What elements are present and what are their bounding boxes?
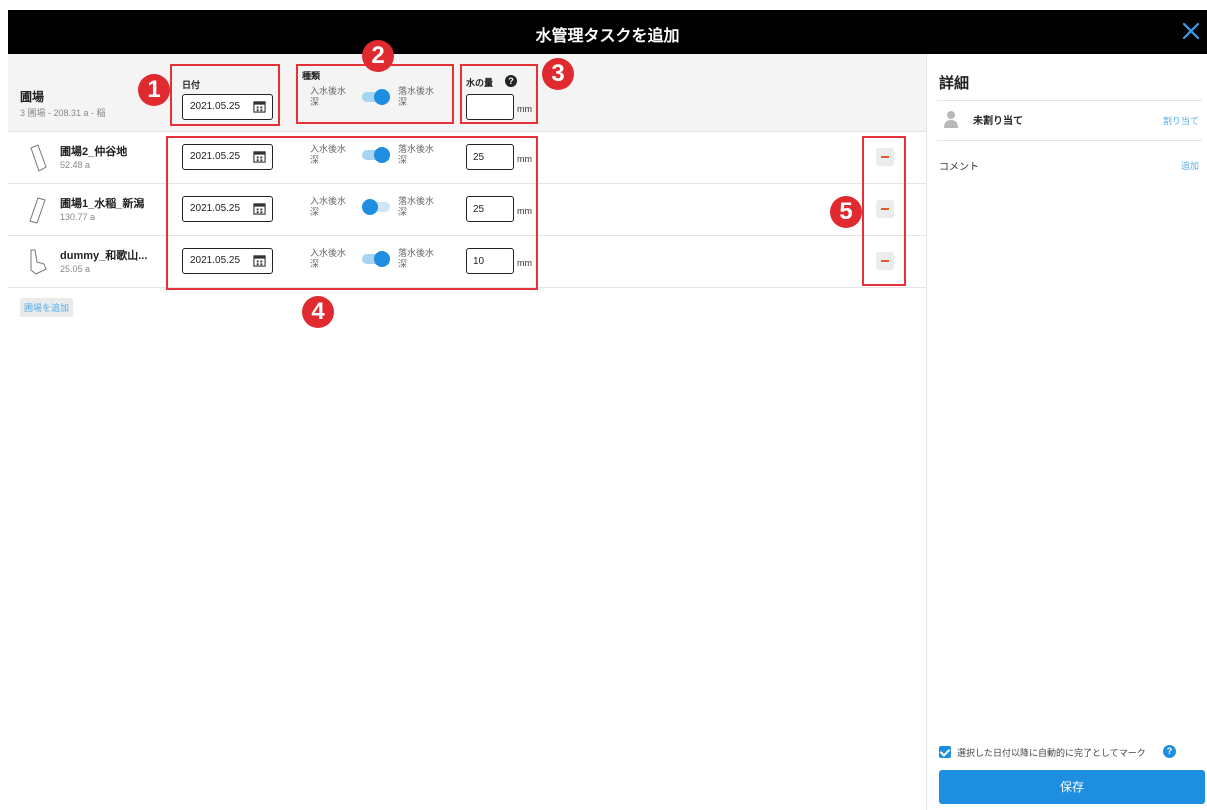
close-icon[interactable]	[1179, 19, 1203, 43]
main-panel: 圃場 3 圃場 - 208.31 a - 稲 日付 2021.05.25 種類 …	[8, 40, 926, 810]
row-type-toggle[interactable]	[362, 147, 390, 163]
field-shape-icon	[30, 249, 47, 275]
water-header-label: 水の量	[466, 78, 494, 88]
unit-label: mm	[517, 206, 532, 216]
assign-link[interactable]: 割り当て	[1163, 114, 1199, 127]
field-name: 圃場1_水稲_新潟	[60, 198, 145, 210]
annotation-badge-4: 4	[302, 296, 334, 328]
user-icon	[944, 111, 958, 128]
row-water-input[interactable]: 25	[466, 196, 514, 222]
calendar-icon	[253, 151, 266, 163]
row-water-input[interactable]: 10	[466, 248, 514, 274]
save-button[interactable]: 保存	[939, 770, 1205, 804]
field-name: 圃場2_仲谷地	[60, 146, 128, 158]
type-right-label: 落水後水深	[398, 86, 435, 107]
calendar-icon	[253, 203, 266, 215]
unit-label: mm	[517, 258, 532, 268]
row-type-toggle-group: 入水後水深 落水後水深	[302, 248, 452, 284]
field-area: 130.77 a	[60, 212, 96, 222]
divider	[937, 140, 1202, 141]
field-shape-icon	[30, 144, 47, 172]
remove-field-button[interactable]	[876, 148, 894, 166]
divider	[937, 100, 1202, 101]
field-shape-icon	[29, 197, 46, 224]
type-left-label: 入水後水深	[310, 248, 347, 269]
type-left-label: 入水後水深	[310, 196, 347, 217]
annotation-badge-1: 1	[138, 74, 170, 106]
type-right-label: 落水後水深	[398, 248, 435, 269]
unit-label: mm	[517, 104, 532, 114]
bulk-date-value: 2021.05.25	[190, 101, 241, 112]
field-area: 52.48 a	[60, 160, 91, 170]
row-water-input[interactable]: 25	[466, 144, 514, 170]
bulk-type-toggle-group: 入水後水深 落水後水深	[302, 86, 452, 122]
field-row: 圃場1_水稲_新潟 130.77 a 2021.05.25 入水後水深 落水後水…	[8, 184, 926, 236]
dialog-title-bar: 水管理タスクを追加	[8, 10, 1207, 54]
field-row: dummy_和歌山... 25.05 a 2021.05.25 入水後水深 落水…	[8, 236, 926, 288]
row-type-toggle-group: 入水後水深 落水後水深	[302, 196, 452, 232]
calendar-icon	[253, 255, 266, 267]
type-right-label: 落水後水深	[398, 196, 435, 217]
details-title: 詳細	[939, 75, 970, 92]
type-right-label: 落水後水深	[398, 144, 435, 165]
auto-complete-label: 選択した日付以降に自動的に完了としてマーク	[957, 748, 1146, 758]
details-sidebar: 詳細 未割り当て 割り当て コメント 追加 選択した日付以降に自動的に完了として…	[926, 54, 1207, 810]
field-name: dummy_和歌山...	[60, 250, 148, 262]
help-icon[interactable]: ?	[505, 75, 517, 87]
bulk-type-toggle[interactable]	[362, 89, 390, 105]
field-summary: 3 圃場 - 208.31 a - 稲	[20, 108, 106, 118]
row-date-value: 2021.05.25	[190, 151, 241, 162]
type-header-label: 種類	[302, 71, 321, 81]
field-header-label: 圃場	[20, 90, 45, 104]
row-date-value: 2021.05.25	[190, 203, 241, 214]
field-row: 圃場2_仲谷地 52.48 a 2021.05.25 入水後水深 落水後水深 2…	[8, 132, 926, 184]
remove-field-button[interactable]	[876, 252, 894, 270]
assignee-label: 未割り当て	[973, 116, 1023, 127]
dialog-title: 水管理タスクを追加	[535, 28, 680, 45]
annotation-badge-3: 3	[542, 58, 574, 90]
comment-label: コメント	[939, 162, 979, 173]
row-date-input[interactable]: 2021.05.25	[182, 196, 273, 222]
auto-complete-checkbox[interactable]	[939, 746, 951, 758]
row-date-input[interactable]: 2021.05.25	[182, 248, 273, 274]
bulk-water-input[interactable]	[466, 94, 514, 120]
annotation-badge-5: 5	[830, 196, 862, 228]
calendar-icon	[253, 101, 266, 113]
row-type-toggle[interactable]	[362, 199, 390, 215]
row-type-toggle[interactable]	[362, 251, 390, 267]
type-left-label: 入水後水深	[310, 144, 347, 165]
help-icon[interactable]: ?	[1163, 745, 1176, 758]
remove-field-button[interactable]	[876, 200, 894, 218]
annotation-badge-2: 2	[362, 40, 394, 72]
unit-label: mm	[517, 154, 532, 164]
field-area: 25.05 a	[60, 264, 91, 274]
bulk-date-input[interactable]: 2021.05.25	[182, 94, 273, 120]
add-field-button[interactable]: 圃場を追加	[20, 298, 74, 317]
row-date-input[interactable]: 2021.05.25	[182, 144, 273, 170]
date-header-label: 日付	[182, 80, 201, 90]
row-type-toggle-group: 入水後水深 落水後水深	[302, 144, 452, 180]
row-date-value: 2021.05.25	[190, 255, 241, 266]
add-comment-link[interactable]: 追加	[1181, 159, 1199, 172]
type-left-label: 入水後水深	[310, 86, 347, 107]
